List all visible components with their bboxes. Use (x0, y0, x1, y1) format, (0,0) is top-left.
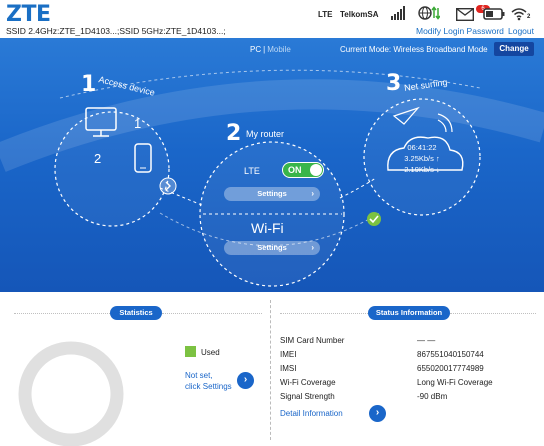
not-set-text: Not set, (185, 371, 213, 380)
used-legend-swatch (185, 346, 196, 357)
detail-information-button[interactable]: › (369, 405, 386, 422)
network-type: LTE (318, 10, 333, 19)
mail-icon[interactable] (456, 8, 474, 21)
click-settings-link[interactable]: click Settings (185, 381, 232, 392)
info-panel: Statistics Used Not set, click Settings … (0, 292, 544, 446)
toggle-knob (310, 164, 322, 176)
header: ZTE SSID 2.4GHz:ZTE_1D4103...;SSID 5GHz:… (0, 0, 544, 38)
ssid-info: SSID 2.4GHz:ZTE_1D4103...;SSID 5GHz:ZTE_… (6, 26, 226, 36)
signal-icon (391, 6, 405, 20)
sim-label: SIM Card Number (280, 336, 345, 345)
connection-time: 06:41:22 (407, 143, 437, 152)
wifi-settings-button[interactable]: Settings › (224, 241, 320, 255)
stats-rule-left (14, 313, 110, 314)
phone-count: 2 (94, 151, 102, 166)
download-speed: 2.19Kb/s ↓ (404, 165, 440, 174)
lte-settings-button[interactable]: Settings › (224, 187, 320, 201)
statistics-settings-button[interactable]: › (237, 372, 254, 389)
lte-toggle[interactable]: ON (282, 162, 324, 178)
wifi-coverage-value: Long Wi-Fi Coverage (417, 378, 493, 387)
status-rule-right (450, 313, 536, 314)
sim-value: — — (417, 336, 436, 345)
imei-value: 867551040150744 (417, 350, 484, 359)
status-rule-left (280, 313, 368, 314)
computer-count: 1 (134, 116, 142, 131)
wifi-user-count: 2 (527, 14, 531, 20)
zte-logo: ZTE (6, 2, 51, 27)
wifi-coverage-label: Wi-Fi Coverage (280, 378, 336, 387)
usage-donut (18, 341, 124, 446)
toggle-on-label: ON (288, 165, 302, 175)
signal-strength-value: -90 dBm (417, 392, 448, 401)
chevron-right-icon: › (311, 243, 314, 252)
imsi-label: IMSI (280, 364, 297, 373)
imsi-value: 655020017774989 (417, 364, 484, 373)
step-1-number: 1 (81, 72, 97, 97)
panel-divider (270, 300, 271, 440)
imei-label: IMEI (280, 350, 297, 359)
detail-information-link[interactable]: Detail Information (280, 409, 343, 418)
overview-banner: PC | Mobile Current Mode: Wireless Broadba… (0, 38, 544, 292)
statistics-title: Statistics (110, 306, 162, 320)
step-2-label: My router (246, 129, 285, 139)
status-title: Status Information (368, 306, 450, 320)
device-next-icon[interactable] (159, 177, 177, 195)
step-2-number: 2 (226, 121, 242, 146)
used-legend-label: Used (201, 348, 220, 357)
wifi-settings-label: Settings (257, 243, 287, 252)
logout-link[interactable]: Logout (508, 26, 534, 36)
stats-rule-right (162, 313, 262, 314)
upload-speed: 3.25Kb/s ↑ (404, 154, 440, 163)
wifi-label: Wi-Fi (251, 220, 284, 236)
operator-name: TelkomSA (340, 10, 379, 19)
connected-check-icon (367, 212, 381, 226)
not-set-message: Not set, click Settings (185, 370, 232, 392)
step-3-number: 3 (386, 71, 402, 96)
globe-data-icon (418, 6, 440, 20)
modify-password-link[interactable]: Modify Login Password (416, 26, 504, 36)
lte-settings-label: Settings (257, 189, 287, 198)
battery-icon (483, 8, 505, 20)
signal-strength-label: Signal Strength (280, 392, 335, 401)
chevron-right-icon: › (311, 189, 314, 198)
lte-label: LTE (244, 166, 260, 176)
